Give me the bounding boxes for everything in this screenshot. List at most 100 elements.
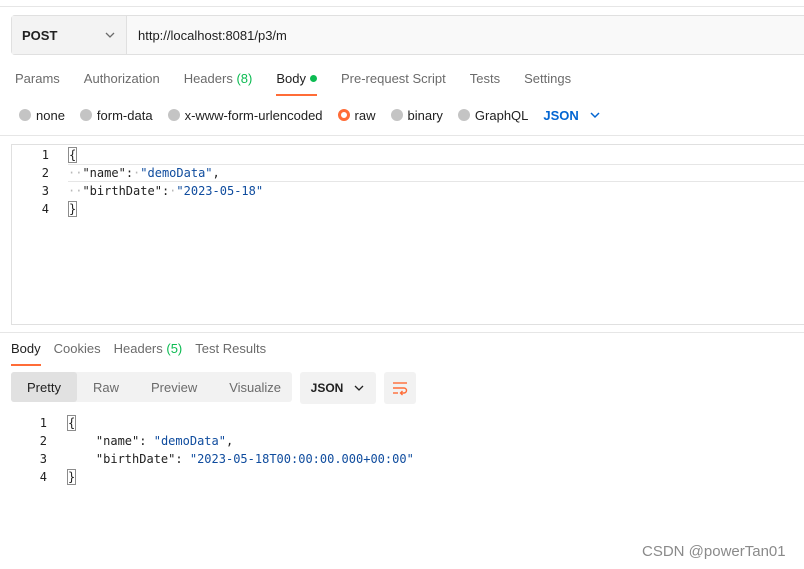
radio-urlencoded[interactable]: x-www-form-urlencoded [167, 107, 323, 123]
json-key: "name" [82, 166, 126, 180]
radio-label: GraphQL [474, 107, 529, 123]
top-divider [0, 6, 804, 7]
tab-label: Pre-request Script [340, 71, 446, 86]
json-key: "name" [95, 434, 140, 448]
radio-binary[interactable]: binary [390, 107, 443, 123]
tab-body[interactable]: Body [276, 70, 317, 96]
radio-circle-selected [337, 109, 350, 121]
response-format-select[interactable]: JSON [300, 372, 376, 404]
radio-circle [167, 109, 180, 121]
method-label: POST [22, 27, 58, 43]
response-view-toggle: Pretty Raw Preview Visualize [11, 372, 292, 402]
open-brace: { [68, 147, 78, 163]
radio-raw[interactable]: raw [337, 107, 376, 123]
code-line: 3 ··"birthDate":·"2023-05-18" [12, 182, 263, 200]
code-text: "birthDate": "2023-05-18T00:00:00.000+00… [95, 452, 414, 466]
wrap-lines-icon [393, 382, 408, 396]
watermark: CSDN @powerTan01 [642, 543, 786, 560]
tab-label: Body [276, 71, 306, 86]
code-text: { [67, 415, 77, 431]
radio-label: x-www-form-urlencoded [184, 107, 323, 123]
json-value: "2023-05-18T00:00:00.000+00:00" [189, 452, 414, 466]
radio-label: none [36, 107, 65, 123]
json-key: "birthDate" [95, 452, 176, 466]
tab-prerequest-script[interactable]: Pre-request Script [341, 70, 446, 96]
tab-settings[interactable]: Settings [524, 70, 571, 96]
view-pretty-button[interactable]: Pretty [11, 372, 77, 402]
tab-label: Headers [113, 341, 163, 356]
line-number: 2 [41, 166, 49, 180]
headers-count: (5) [166, 341, 183, 356]
radio-circle [390, 109, 403, 121]
divider [0, 135, 804, 136]
view-label: Raw [92, 379, 119, 395]
code-text: } [68, 201, 78, 217]
radio-circle [79, 109, 92, 121]
chevron-down-icon [354, 385, 364, 391]
radio-none[interactable]: none [19, 108, 65, 123]
line-number: 4 [39, 470, 47, 484]
line-number: 1 [39, 416, 47, 430]
code-line: 1 { [0, 414, 77, 432]
url-value: http://localhost:8081/p3/m [138, 27, 287, 43]
tab-headers[interactable]: Headers (8) [184, 70, 253, 96]
code-text: "name": "demoData", [95, 434, 234, 448]
open-brace: { [67, 415, 77, 431]
radio-label: binary [407, 107, 443, 123]
radio-label: raw [354, 107, 376, 123]
method-select[interactable]: POST [12, 16, 127, 54]
tab-response-body[interactable]: Body [11, 340, 41, 366]
request-body-editor[interactable]: 1 { 2 ··"name":·"demoData", 3 ··"birthDa… [11, 144, 804, 325]
tab-label: Tests [469, 71, 501, 86]
close-brace: } [67, 469, 77, 485]
json-value: "demoData" [140, 166, 213, 180]
wrap-lines-button[interactable] [384, 372, 416, 404]
code-text: } [67, 469, 77, 485]
view-preview-button[interactable]: Preview [135, 372, 213, 402]
json-value: "2023-05-18" [176, 184, 264, 198]
code-line: 1 { [12, 146, 78, 164]
divider [0, 332, 804, 333]
body-indicator-dot [309, 75, 317, 82]
tab-label: Params [15, 71, 60, 86]
line-number: 3 [41, 184, 49, 198]
url-bar: POST http://localhost:8081/p3/m [11, 15, 804, 55]
view-label: Preview [150, 379, 198, 395]
line-number: 2 [39, 434, 47, 448]
chevron-down-icon [105, 32, 115, 38]
radio-label: form-data [96, 107, 153, 123]
response-tabs: Body Cookies Headers (5) Test Results [11, 340, 279, 366]
radio-form-data[interactable]: form-data [79, 107, 153, 123]
tab-tests[interactable]: Tests [470, 70, 500, 96]
body-type-selector: none form-data x-www-form-urlencoded raw… [19, 106, 601, 124]
code-line: 2 ··"name":·"demoData", [12, 164, 220, 182]
tab-cookies[interactable]: Cookies [54, 340, 101, 366]
body-format-select[interactable]: JSON [543, 108, 600, 123]
tab-test-results[interactable]: Test Results [195, 340, 266, 366]
line-number: 4 [41, 202, 49, 216]
line-number: 1 [41, 148, 49, 162]
view-visualize-button[interactable]: Visualize [213, 372, 297, 402]
tab-label: Body [11, 341, 41, 356]
format-label: JSON [310, 381, 344, 395]
close-brace: } [68, 201, 78, 217]
tab-authorization[interactable]: Authorization [84, 70, 160, 96]
json-value: "demoData" [153, 434, 226, 448]
radio-circle [457, 109, 470, 121]
tab-label: Authorization [83, 71, 160, 86]
url-input[interactable]: http://localhost:8081/p3/m [127, 16, 287, 54]
chevron-down-icon [590, 112, 600, 119]
radio-graphql[interactable]: GraphQL [457, 107, 529, 123]
tab-params[interactable]: Params [15, 70, 60, 96]
view-label: Pretty [27, 379, 61, 395]
tab-label: Test Results [195, 341, 267, 356]
tab-label: Cookies [53, 341, 101, 356]
view-label: Visualize [229, 379, 282, 395]
response-body-viewer[interactable]: 1 { 2 "name": "demoData", 3 "birthDate":… [0, 414, 804, 494]
tab-response-headers[interactable]: Headers (5) [114, 340, 183, 366]
view-raw-button[interactable]: Raw [77, 372, 135, 402]
radio-circle [19, 109, 31, 121]
format-label: JSON [543, 107, 579, 123]
request-tabs: Params Authorization Headers (8) Body Pr… [15, 70, 595, 96]
code-line: 2 "name": "demoData", [0, 432, 233, 450]
